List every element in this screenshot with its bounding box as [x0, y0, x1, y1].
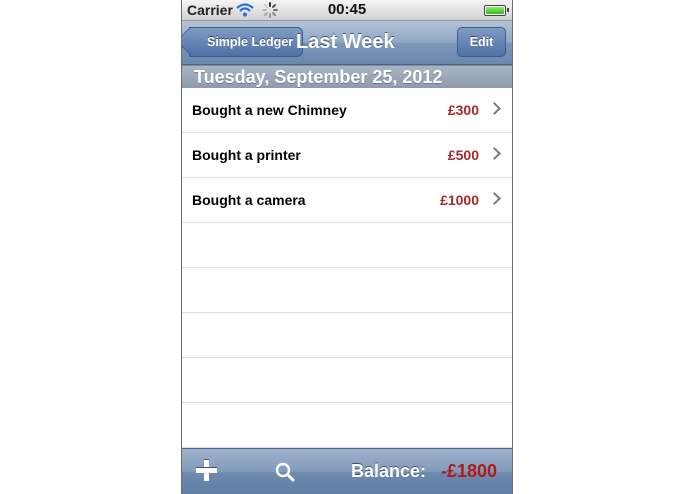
- entry-amount: £1000: [440, 192, 479, 208]
- section-date: Tuesday, September 25, 2012: [194, 67, 443, 87]
- phone-screen: Carrier 00:45 Simple Ledger Last Week Ed…: [181, 0, 513, 494]
- status-bar: Carrier 00:45: [182, 0, 512, 21]
- entry-description: Bought a camera: [192, 192, 306, 208]
- chevron-right-icon: [488, 147, 501, 160]
- back-button[interactable]: Simple Ledger: [189, 27, 304, 57]
- plus-icon[interactable]: [196, 460, 217, 481]
- empty-row: [182, 358, 512, 403]
- entry-amount: £500: [447, 147, 479, 163]
- battery-icon: [484, 5, 509, 16]
- entry-row[interactable]: Bought a printer £500: [182, 133, 512, 178]
- status-time: 00:45: [327, 1, 367, 18]
- entry-description: Bought a new Chimney: [192, 102, 347, 118]
- entry-row[interactable]: Bought a camera £1000: [182, 178, 512, 223]
- entry-row[interactable]: Bought a new Chimney £300: [182, 88, 512, 133]
- entry-description: Bought a printer: [192, 147, 301, 163]
- empty-row: [182, 268, 512, 313]
- entry-amount: £300: [447, 102, 479, 118]
- navigation-bar: Simple Ledger Last Week Edit: [182, 21, 512, 65]
- page-title: Last Week: [296, 31, 395, 53]
- search-icon[interactable]: [275, 462, 295, 482]
- empty-row: [182, 403, 512, 448]
- chevron-right-icon: [488, 192, 501, 205]
- balance-value: -£1800: [440, 461, 497, 481]
- section-header: Tuesday, September 25, 2012: [182, 65, 512, 88]
- empty-row: [182, 313, 512, 358]
- bottom-toolbar: Balance: -£1800: [182, 448, 512, 494]
- balance-label: Balance:: [351, 461, 427, 481]
- empty-row: [182, 223, 512, 268]
- chevron-right-icon: [488, 102, 501, 115]
- edit-button[interactable]: Edit: [457, 27, 506, 57]
